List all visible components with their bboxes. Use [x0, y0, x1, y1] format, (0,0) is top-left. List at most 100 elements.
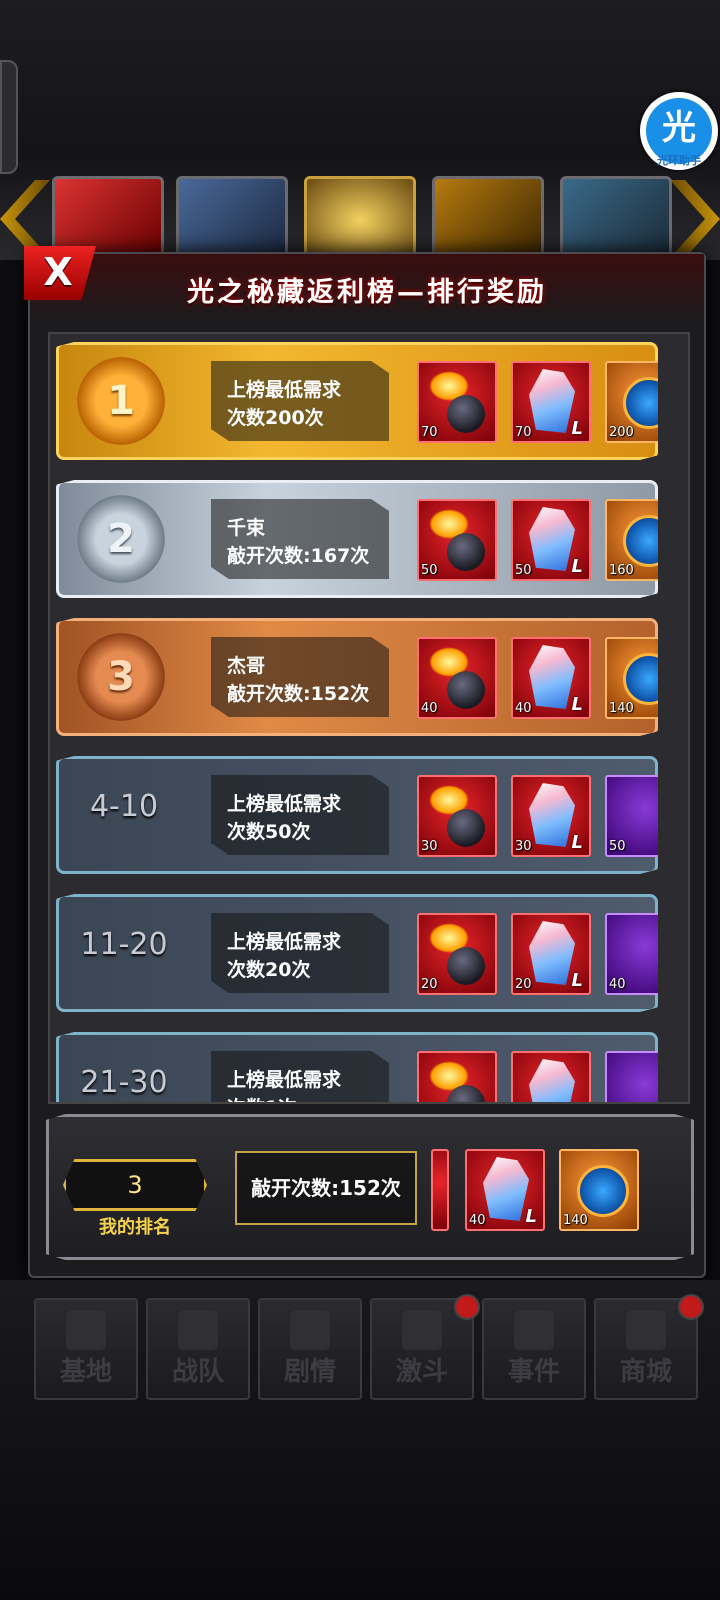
reward-row-rank-2: 2 千束 敲开次数:167次 50 L 50 160 [56, 480, 658, 598]
reward-crystal-item[interactable]: L 40 [511, 637, 591, 719]
event-tile-cards[interactable] [176, 176, 288, 264]
ball-icon [447, 671, 485, 709]
item-quantity: 200 [609, 425, 634, 440]
requirement-line2: 次数50次 [227, 821, 311, 843]
crystal-icon [529, 645, 575, 709]
reward-row-rank-3: 3 杰哥 敲开次数:152次 40 L 40 140 [56, 618, 658, 736]
reward-crystal-item[interactable]: L 20 [511, 913, 591, 995]
event-tile-vs[interactable] [432, 176, 544, 264]
silver-medal-icon: 2 [77, 495, 165, 583]
medal-icon [623, 515, 658, 567]
reward-purple-item[interactable]: 50 [605, 775, 658, 857]
nav-team[interactable]: 战队 [146, 1298, 250, 1400]
medal-icon [623, 377, 658, 429]
requirement-box: 上榜最低需求 次数200次 [211, 361, 389, 441]
nav-story[interactable]: 剧情 [258, 1298, 362, 1400]
ranking-reward-dialog: 光之秘藏返利榜—排行奖励 X 1 上榜最低需求 次数200次 70 L 70 20… [24, 246, 706, 1278]
requirement-box: 上榜最低需求 次数50次 [211, 775, 389, 855]
nav-battle[interactable]: 激斗 [370, 1294, 480, 1400]
nav-event[interactable]: 事件 [482, 1298, 586, 1400]
event-icon [514, 1310, 554, 1350]
nav-label: 激斗 [395, 1357, 448, 1387]
requirement-box: 上榜最低需求 次数20次 [211, 913, 389, 993]
event-tile-treasure[interactable] [304, 176, 416, 264]
reward-medal-item[interactable]: 160 [605, 499, 658, 581]
ball-icon [447, 533, 485, 571]
reward-crystal-item[interactable]: L 50 [511, 499, 591, 581]
reward-fireball-item[interactable]: 20 [417, 913, 497, 995]
helper-assistant-badge[interactable]: 光 光环助手 [640, 92, 718, 170]
item-quantity: 30 [515, 839, 532, 854]
helper-icon-char: 光 [662, 108, 696, 148]
requirement-line2: 次数1次 [227, 1093, 297, 1102]
battle-icon [402, 1310, 442, 1350]
my-rank-value: 3 [127, 1171, 143, 1199]
player-name: 千束 [227, 517, 266, 539]
nav-base[interactable]: 基地 [34, 1298, 138, 1400]
reward-row-rank-1: 1 上榜最低需求 次数200次 70 L 70 200 [56, 342, 658, 460]
frame-edge [0, 60, 18, 174]
crystal-icon [529, 783, 575, 847]
item-quantity: 20 [421, 977, 438, 992]
requirement-line1: 上榜最低需求 [227, 793, 342, 815]
reward-medal-item[interactable]: 140 [559, 1149, 639, 1231]
reward-crystal-item[interactable] [511, 1051, 591, 1102]
reward-purple-item[interactable] [605, 1051, 658, 1102]
ball-icon [447, 947, 485, 985]
reward-medal-item[interactable]: 140 [605, 637, 658, 719]
item-quantity: 40 [515, 701, 532, 716]
reward-crystal-item[interactable]: L 40 [465, 1149, 545, 1231]
reward-crystal-item[interactable]: L 70 [511, 361, 591, 443]
nav-shop[interactable]: 商城 [594, 1294, 704, 1400]
reward-row-rank-4-10: 4-10 上榜最低需求 次数50次 30 L 30 50 [56, 756, 658, 874]
item-quantity: 140 [609, 701, 634, 716]
reward-crystal-item[interactable]: L 30 [511, 775, 591, 857]
story-icon [290, 1310, 330, 1350]
ball-icon [447, 809, 485, 847]
open-count: 敲开次数:167次 [227, 545, 370, 567]
crystal-icon [529, 921, 575, 985]
reward-purple-item[interactable]: 40 [605, 913, 658, 995]
rank-number: 2 [107, 516, 135, 562]
rank-number: 3 [107, 654, 135, 700]
reward-fireball-item[interactable]: 50 [417, 499, 497, 581]
nav-label: 事件 [507, 1357, 560, 1387]
my-rank-box: 3 [63, 1159, 207, 1211]
reward-fireball-item[interactable] [417, 1051, 497, 1102]
reward-fireball-item[interactable]: 40 [417, 637, 497, 719]
nav-label: 商城 [619, 1357, 672, 1387]
requirement-line2: 次数20次 [227, 959, 311, 981]
reward-fireball-item[interactable]: 30 [417, 775, 497, 857]
item-quantity: 50 [609, 839, 626, 854]
dialog-title: 光之秘藏返利榜—排行奖励 [187, 277, 547, 308]
helper-label: 光环助手 [657, 154, 701, 167]
rank-range: 21-30 [80, 1065, 168, 1100]
event-tile-character[interactable] [560, 176, 672, 264]
rank-range: 11-20 [80, 927, 168, 962]
reward-fireball-item[interactable]: 70 [417, 361, 497, 443]
base-icon [66, 1310, 106, 1350]
requirement-box: 千束 敲开次数:167次 [211, 499, 389, 579]
my-rank-label: 我的排名 [99, 1217, 171, 1238]
item-quantity: 160 [609, 563, 634, 578]
requirement-line2: 次数200次 [227, 407, 324, 429]
ball-icon [447, 395, 485, 433]
reward-list[interactable]: 1 上榜最低需求 次数200次 70 L 70 200 2 千束 敲开次数:167… [48, 332, 690, 1104]
size-l-icon: L [571, 694, 583, 715]
reward-partial-item[interactable] [431, 1149, 449, 1231]
my-open-count: 敲开次数:152次 [251, 1176, 401, 1200]
size-l-icon: L [571, 418, 583, 439]
gold-medal-icon: 1 [77, 357, 165, 445]
nav-label: 基地 [59, 1357, 112, 1387]
item-quantity: 50 [515, 563, 532, 578]
notification-dot-icon [454, 1294, 480, 1320]
notification-dot-icon [678, 1294, 704, 1320]
requirement-line1: 上榜最低需求 [227, 1069, 342, 1091]
item-quantity: 20 [515, 977, 532, 992]
reward-medal-item[interactable]: 200 [605, 361, 658, 443]
bottom-nav: 基地 战队 剧情 激斗 事件 商城 [0, 1280, 720, 1600]
requirement-box: 上榜最低需求 次数1次 [211, 1051, 389, 1102]
my-rank-desc-box: 敲开次数:152次 [235, 1151, 417, 1225]
crystal-icon [529, 369, 575, 433]
size-l-icon: L [571, 832, 583, 853]
